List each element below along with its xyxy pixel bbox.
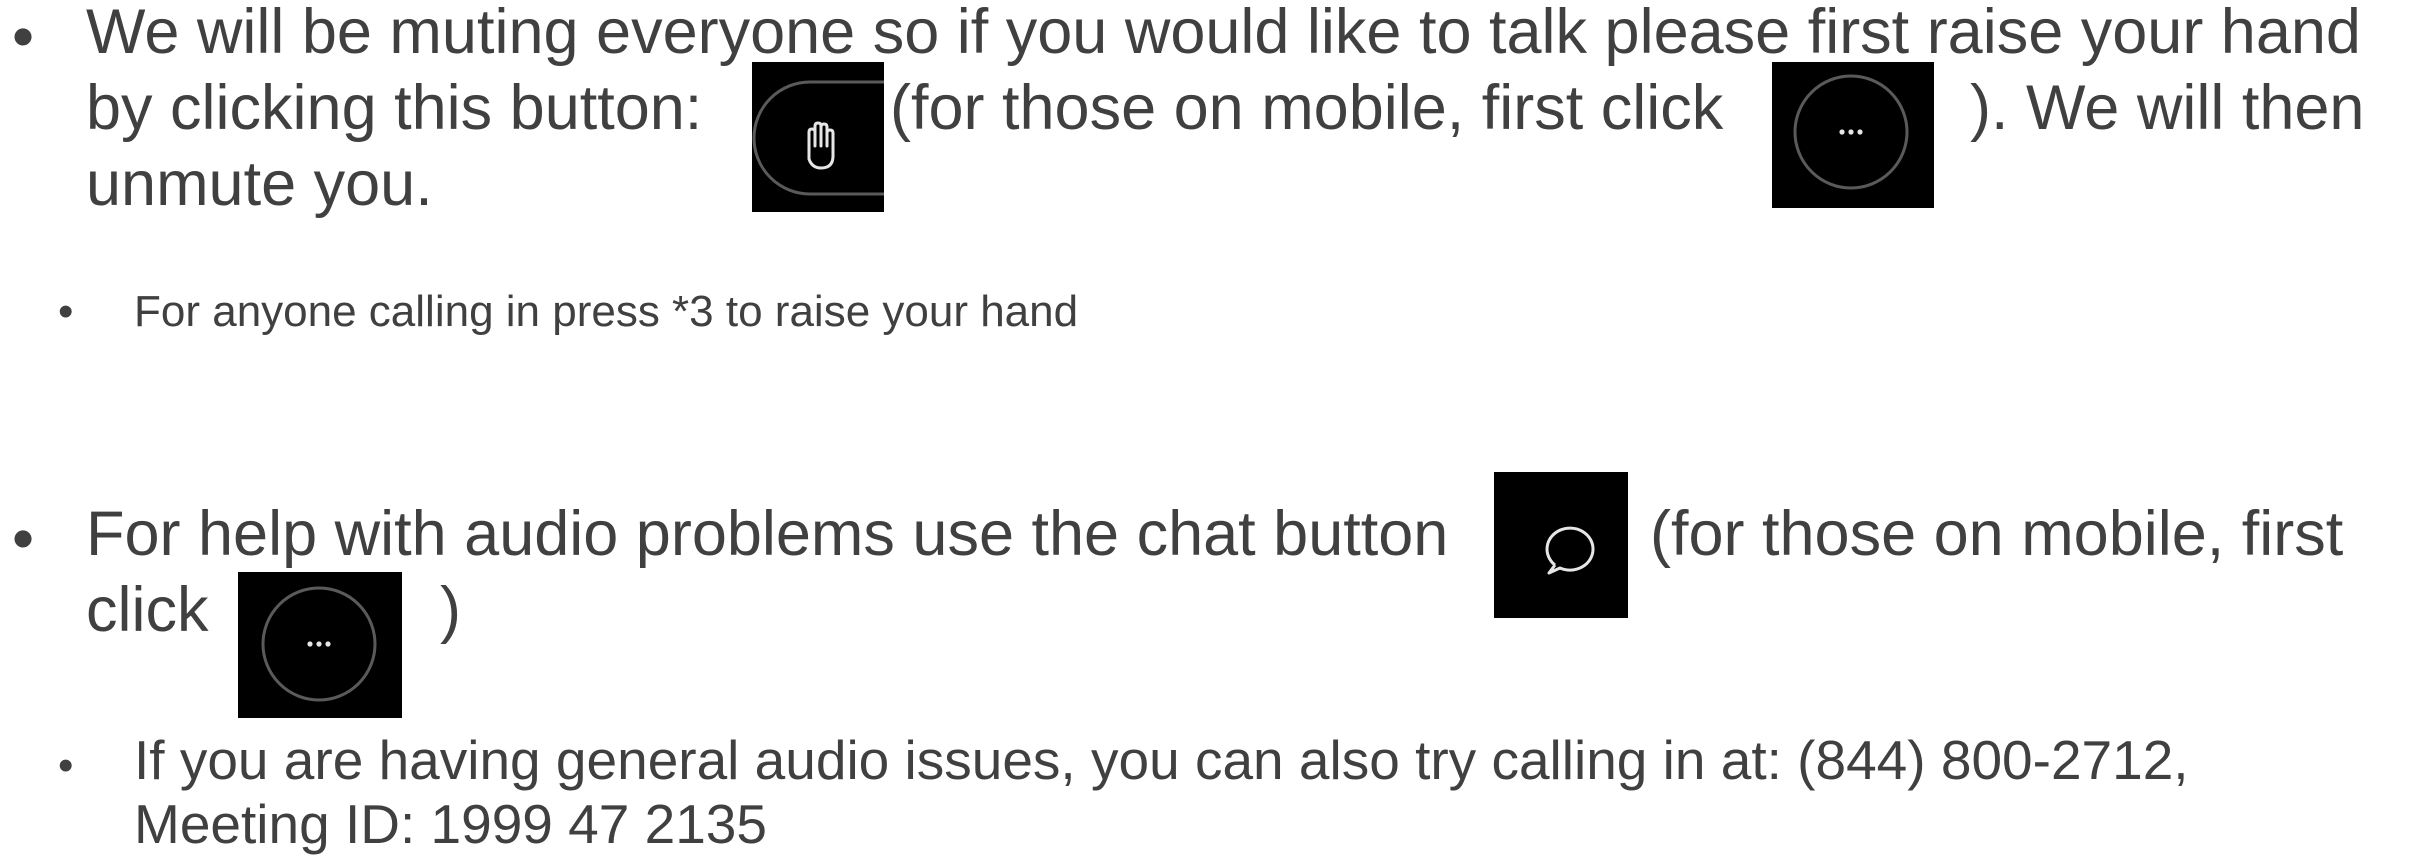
raise-hand-button[interactable] bbox=[752, 62, 884, 212]
dial-in-info-line-1: If you are having general audio issues, … bbox=[134, 729, 2189, 791]
more-options-button[interactable] bbox=[238, 572, 402, 718]
bullet-marker: • bbox=[12, 504, 35, 574]
muting-notice-line-2-start: by clicking this button: bbox=[86, 73, 703, 143]
phone-raise-hand-instruction: For anyone calling in press *3 to raise … bbox=[134, 287, 1079, 336]
more-options-icon bbox=[1793, 74, 1909, 190]
audio-help-line-2-start: click bbox=[86, 575, 209, 645]
muting-notice-line-3: unmute you. bbox=[86, 149, 433, 219]
muting-notice-line-1: We will be muting everyone so if you wou… bbox=[86, 0, 2361, 67]
raise-hand-icon bbox=[752, 80, 884, 196]
chat-button[interactable] bbox=[1494, 472, 1628, 618]
sub-bullet-marker: • bbox=[58, 287, 74, 336]
muting-notice-line-2-middle: (for those on mobile, first click bbox=[890, 73, 1724, 143]
audio-help-line-1-end: (for those on mobile, first bbox=[1650, 499, 2344, 569]
sub-bullet-marker: • bbox=[58, 741, 74, 790]
more-options-icon bbox=[261, 586, 377, 702]
bullet-marker: • bbox=[12, 2, 35, 72]
chat-bubble-icon bbox=[1545, 526, 1595, 575]
more-options-button[interactable] bbox=[1772, 62, 1934, 208]
audio-help-line-2-end: ) bbox=[440, 575, 461, 645]
dial-in-info-line-2: Meeting ID: 1999 47 2135 bbox=[134, 793, 767, 855]
muting-notice-line-2-end: ). We will then bbox=[1970, 73, 2365, 143]
audio-help-line-1-start: For help with audio problems use the cha… bbox=[86, 499, 1449, 569]
